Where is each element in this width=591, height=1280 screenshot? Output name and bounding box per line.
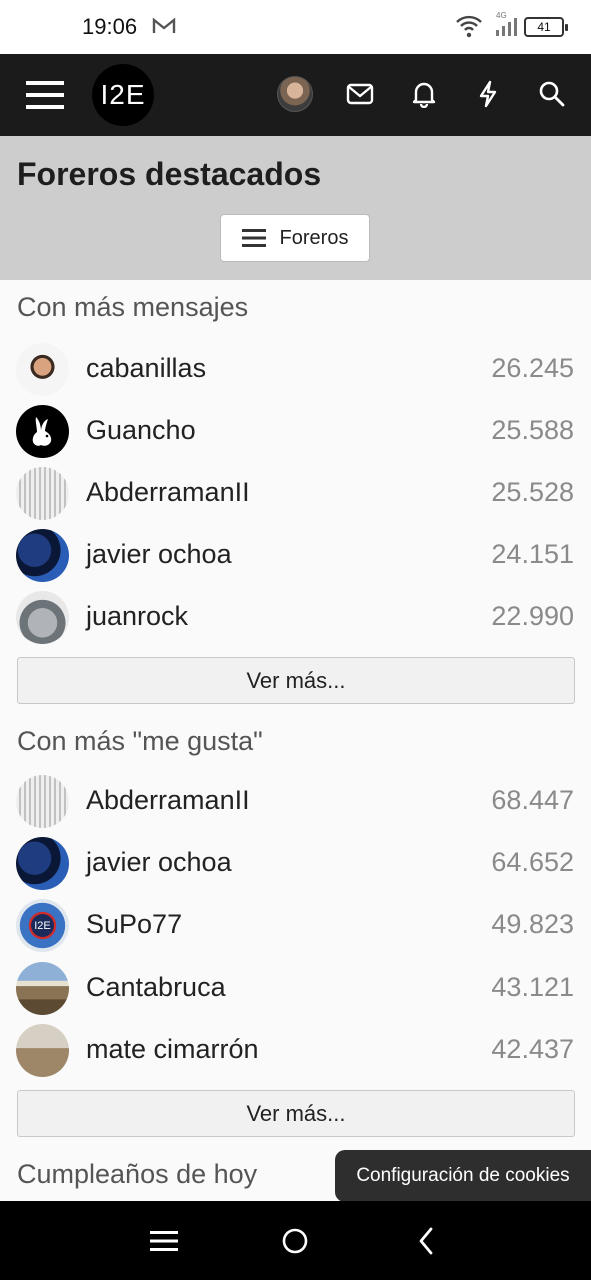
lightning-icon[interactable] xyxy=(470,76,506,112)
hamburger-menu-icon[interactable] xyxy=(22,76,68,114)
list-item[interactable]: Guancho 25.588 xyxy=(0,400,591,462)
user-name[interactable]: cabanillas xyxy=(86,353,206,384)
avatar[interactable] xyxy=(16,591,69,644)
site-logo[interactable]: I2E xyxy=(92,64,154,126)
page-header: Foreros destacados Foreros xyxy=(0,136,591,280)
search-icon[interactable] xyxy=(534,76,570,112)
message-count: 22.990 xyxy=(491,601,574,631)
list-menu-icon xyxy=(241,229,266,247)
avatar[interactable] xyxy=(16,962,69,1015)
list-item[interactable]: cabanillas 26.245 xyxy=(0,338,591,400)
section-heading-birthdays: Cumpleaños de hoy xyxy=(17,1159,258,1189)
user-name[interactable]: mate cimarrón xyxy=(86,1034,259,1065)
list-item[interactable]: AbderramanII 68.447 xyxy=(0,770,591,832)
battery-icon: 41 xyxy=(524,17,568,37)
message-count: 24.151 xyxy=(491,539,574,569)
envelope-icon[interactable] xyxy=(342,76,378,112)
network-type-label: 4G xyxy=(496,11,507,20)
recent-apps-icon[interactable] xyxy=(144,1221,184,1261)
like-count: 49.823 xyxy=(491,909,574,939)
like-count: 42.437 xyxy=(491,1034,574,1064)
user-name[interactable]: Cantabruca xyxy=(86,972,226,1003)
back-icon[interactable] xyxy=(406,1221,446,1261)
user-name[interactable]: javier ochoa xyxy=(86,539,232,570)
list-item[interactable]: Cantabruca 43.121 xyxy=(0,957,591,1019)
section-heading-most-likes: Con más "me gusta" xyxy=(17,726,263,756)
message-count: 25.528 xyxy=(491,477,574,507)
list-item[interactable]: javier ochoa 64.652 xyxy=(0,832,591,894)
message-count: 26.245 xyxy=(491,353,574,383)
avatar[interactable] xyxy=(16,1024,69,1077)
foreros-filter-button[interactable]: Foreros xyxy=(220,214,370,262)
status-time: 19:06 xyxy=(82,14,138,39)
avatar[interactable] xyxy=(16,775,69,828)
wifi-icon xyxy=(455,14,483,43)
message-count: 25.588 xyxy=(491,415,574,445)
system-navigation-bar xyxy=(0,1201,591,1280)
list-item[interactable]: juanrock 22.990 xyxy=(0,586,591,648)
avatar[interactable] xyxy=(16,467,69,520)
avatar[interactable] xyxy=(16,837,69,890)
like-count: 43.121 xyxy=(491,972,574,1002)
see-more-likes-button[interactable]: Ver más... xyxy=(17,1090,575,1137)
gmail-notification-icon xyxy=(152,17,176,40)
list-item[interactable]: mate cimarrón 42.437 xyxy=(0,1019,591,1081)
list-item[interactable]: I2E SuPo77 49.823 xyxy=(0,894,591,956)
like-count: 64.652 xyxy=(491,847,574,877)
top-navbar: I2E xyxy=(0,54,591,136)
avatar[interactable] xyxy=(16,405,69,458)
avatar-logo-text: I2E xyxy=(34,919,51,932)
avatar[interactable]: I2E xyxy=(16,899,69,952)
section-heading-most-messages: Con más mensajes xyxy=(17,292,249,322)
user-name[interactable]: AbderramanII xyxy=(86,477,250,508)
list-item[interactable]: javier ochoa 24.151 xyxy=(0,524,591,586)
user-name[interactable]: AbderramanII xyxy=(86,785,250,816)
like-count: 68.447 xyxy=(491,785,574,815)
user-name[interactable]: juanrock xyxy=(86,601,188,632)
bunny-logo-icon xyxy=(32,416,51,446)
cookie-settings-button[interactable]: Configuración de cookies xyxy=(335,1150,591,1202)
user-name[interactable]: SuPo77 xyxy=(86,909,182,940)
user-name[interactable]: Guancho xyxy=(86,415,196,446)
avatar[interactable] xyxy=(16,343,69,396)
home-icon[interactable] xyxy=(275,1221,315,1261)
filter-label: Foreros xyxy=(279,226,349,249)
user-name[interactable]: javier ochoa xyxy=(86,847,232,878)
list-item[interactable]: AbderramanII 25.528 xyxy=(0,462,591,524)
page-title: Foreros destacados xyxy=(17,156,322,192)
bell-icon[interactable] xyxy=(406,76,442,112)
signal-icon: 4G xyxy=(494,10,520,43)
status-bar: 19:06 4G 41 xyxy=(0,0,591,54)
avatar[interactable] xyxy=(16,529,69,582)
see-more-messages-button[interactable]: Ver más... xyxy=(17,657,575,704)
user-avatar[interactable] xyxy=(277,76,313,112)
